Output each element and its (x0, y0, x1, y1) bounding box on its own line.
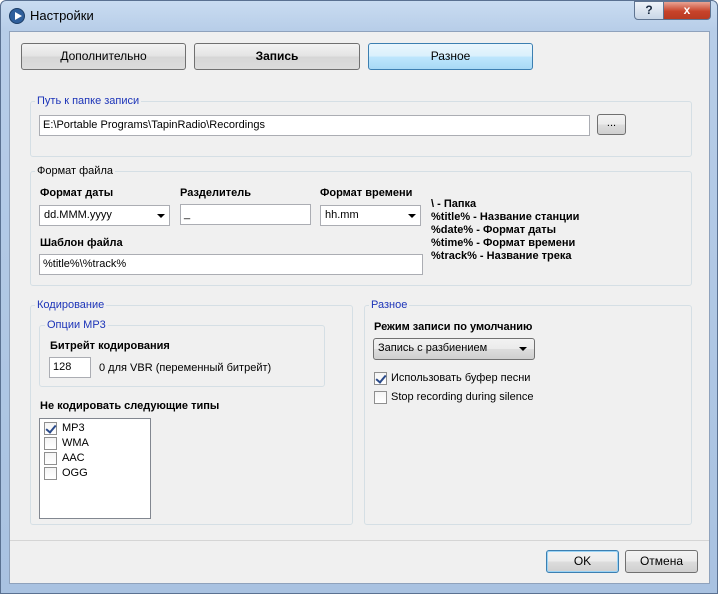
no-encode-list: MP3 WMA AAC OGG (39, 418, 151, 519)
record-mode-value: Запись с разбиением (378, 342, 488, 354)
time-format-select[interactable]: hh.mm (320, 205, 421, 226)
stop-silence-label: Stop recording during silence (391, 391, 534, 403)
type-mp3-checkbox[interactable] (44, 422, 57, 435)
type-wma-checkbox[interactable] (44, 437, 57, 450)
type-wma-label: WMA (62, 437, 89, 449)
template-input[interactable]: %title%\%track% (39, 254, 423, 275)
format-legend: \ - Папка %title% - Название станции %da… (431, 198, 579, 263)
stop-silence-checkbox[interactable] (374, 391, 387, 404)
date-format-select[interactable]: dd.MMM.yyyy (39, 205, 170, 226)
time-format-label: Формат времени (320, 187, 413, 199)
type-mp3-label: MP3 (62, 422, 85, 434)
type-ogg-checkbox[interactable] (44, 467, 57, 480)
legend-line: \ - Папка (431, 198, 477, 210)
type-aac-checkbox[interactable] (44, 452, 57, 465)
ok-button[interactable]: OK (546, 550, 619, 573)
legend-line: %track% - Название трека (431, 250, 572, 262)
type-aac-label: AAC (62, 452, 85, 464)
legend-line: %date% - Формат даты (431, 224, 557, 236)
record-path-group-title: Путь к папке записи (35, 95, 142, 107)
chevron-down-icon (408, 214, 416, 218)
bitrate-label: Битрейт кодирования (50, 340, 170, 352)
song-buffer-checkbox[interactable] (374, 372, 387, 385)
settings-window: Настройки ? x Дополнительно Запись Разно… (0, 0, 718, 594)
close-button[interactable]: x (663, 1, 711, 20)
browse-button[interactable]: ... (597, 114, 626, 135)
file-format-group-title: Формат файла (35, 165, 115, 177)
no-encode-label: Не кодировать следующие типы (40, 400, 220, 412)
mp3-options-title: Опции MP3 (45, 319, 108, 331)
chevron-down-icon (519, 347, 527, 351)
app-play-icon (9, 8, 25, 24)
encoding-group-title: Кодирование (35, 299, 107, 311)
date-format-label: Формат даты (40, 187, 114, 199)
legend-line: %time% - Формат времени (431, 237, 576, 249)
footer-separator (10, 540, 709, 541)
legend-line: %title% - Название станции (431, 211, 580, 223)
tab-advanced[interactable]: Дополнительно (21, 43, 186, 70)
template-label: Шаблон файла (40, 237, 123, 249)
bitrate-input[interactable]: 128 (49, 357, 91, 378)
song-buffer-label: Использовать буфер песни (391, 372, 531, 384)
bitrate-hint: 0 для VBR (переменный битрейт) (99, 362, 272, 374)
window-title: Настройки (30, 8, 94, 23)
tab-misc[interactable]: Разное (368, 43, 533, 70)
separator-input[interactable]: _ (180, 204, 311, 225)
tab-recording[interactable]: Запись (194, 43, 360, 70)
time-format-value: hh.mm (325, 209, 359, 221)
record-mode-select[interactable]: Запись с разбиением (373, 338, 535, 360)
separator-label: Разделитель (180, 187, 252, 199)
cancel-button[interactable]: Отмена (625, 550, 698, 573)
titlebar: Настройки ? x (1, 1, 717, 31)
misc-group-title: Разное (369, 299, 410, 311)
dialog-client: Дополнительно Запись Разное Путь к папке… (9, 31, 710, 584)
record-path-input[interactable]: E:\Portable Programs\TapinRadio\Recordin… (39, 115, 590, 136)
record-mode-label: Режим записи по умолчанию (374, 321, 533, 333)
type-ogg-label: OGG (62, 467, 88, 479)
chevron-down-icon (157, 214, 165, 218)
help-button[interactable]: ? (634, 1, 664, 20)
date-format-value: dd.MMM.yyyy (44, 209, 112, 221)
